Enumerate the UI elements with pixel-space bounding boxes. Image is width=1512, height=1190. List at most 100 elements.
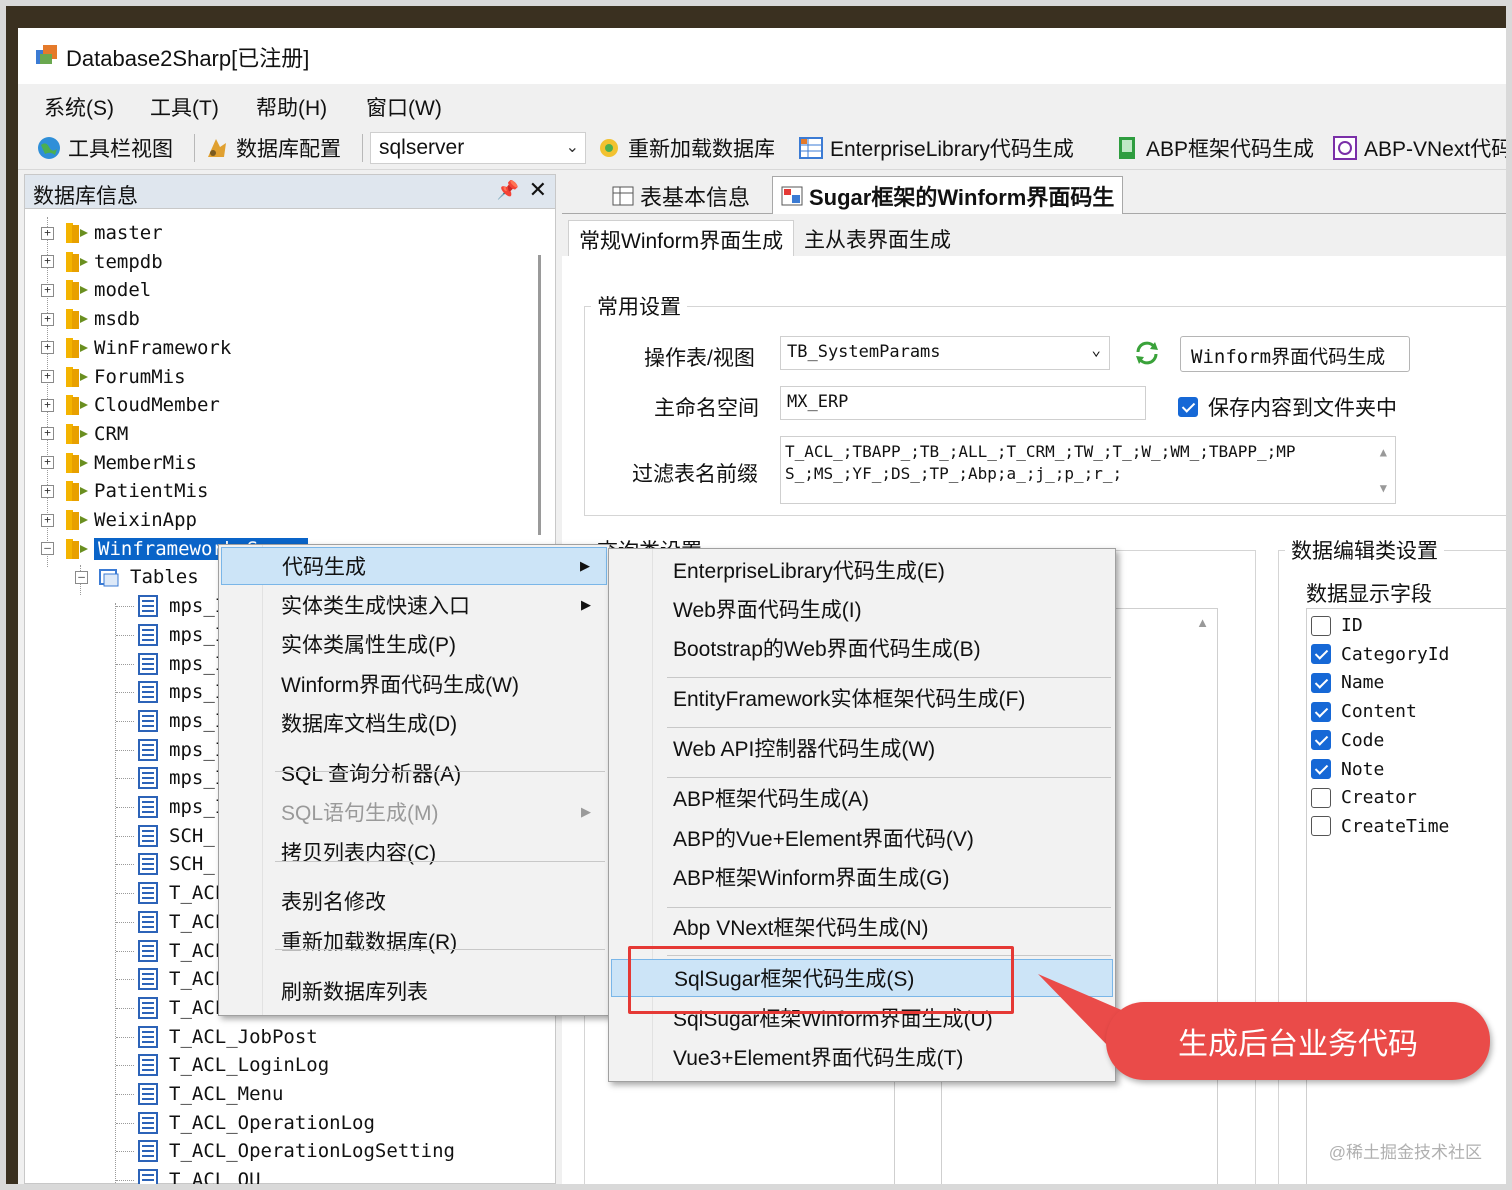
field-checkbox[interactable]: Code	[1311, 730, 1384, 751]
toolbar-view-button[interactable]: 工具栏视图	[36, 131, 173, 165]
submenu-item[interactable]: Bootstrap的Web界面代码生成(B)	[611, 629, 1113, 667]
tree-db-node[interactable]: + WeixinApp	[41, 506, 197, 534]
expand-icon[interactable]: +	[41, 341, 54, 355]
tree-db-node[interactable]: + ForumMis	[41, 363, 186, 391]
tree-db-node[interactable]: + WinFramework	[41, 334, 231, 362]
field-checkbox[interactable]: CategoryId	[1311, 644, 1449, 665]
expand-icon[interactable]: +	[41, 484, 54, 498]
context-menu-item[interactable]: 重新加载数据库(R)	[221, 922, 607, 960]
expand-icon[interactable]: +	[41, 283, 54, 297]
submenu-item[interactable]: ABP框架Winform界面生成(G)	[611, 858, 1113, 896]
tab-master-detail[interactable]: 主从表界面生成	[794, 220, 961, 258]
tree-table-node[interactable]: T_ACL	[137, 908, 226, 936]
abp-vnext-button[interactable]: ABP-VNext代码	[1332, 131, 1506, 165]
tree-table-node[interactable]: mps_I	[137, 793, 226, 821]
field-checkbox[interactable]: Name	[1311, 672, 1384, 693]
context-menu-item[interactable]: 代码生成 ▶	[221, 547, 607, 585]
tree-table-node[interactable]: T_ACL	[137, 994, 226, 1022]
expand-icon[interactable]: +	[41, 398, 54, 412]
tree-table-node[interactable]: SCH_	[137, 850, 215, 878]
tree-table-node[interactable]: mps_I	[137, 736, 226, 764]
tree-table-node[interactable]: T_ACL_OperationLog	[137, 1109, 375, 1137]
expand-icon[interactable]: +	[41, 255, 54, 269]
namespace-input[interactable]: MX_ERP	[780, 386, 1146, 420]
submenu-item[interactable]: Web界面代码生成(I)	[611, 590, 1113, 628]
winform-generate-button[interactable]: Winform界面代码生成	[1180, 336, 1410, 372]
tree-db-node[interactable]: + PatientMis	[41, 477, 208, 505]
tree-db-node[interactable]: + CloudMember	[41, 391, 220, 419]
tree-db-node[interactable]: + tempdb	[41, 248, 163, 276]
tree-table-node[interactable]: T_ACL_JobPost	[137, 1023, 318, 1051]
tree-db-node[interactable]: + msdb	[41, 305, 140, 333]
tree-tables-node[interactable]: – Tables	[75, 563, 199, 591]
context-menu-item[interactable]: 表别名修改	[221, 882, 607, 920]
tree-db-node[interactable]: + model	[41, 276, 151, 304]
context-menu-item[interactable]: 实体类生成快速入口 ▶	[221, 586, 607, 624]
expand-icon[interactable]: +	[41, 226, 54, 240]
context-menu-item[interactable]: Winform界面代码生成(W)	[221, 665, 607, 703]
collapse-icon[interactable]: –	[75, 570, 88, 584]
field-checkbox[interactable]: Note	[1311, 759, 1384, 780]
db-config-button[interactable]: 数据库配置	[204, 131, 341, 165]
tree-table-node[interactable]: T_ACL_OperationLogSetting	[137, 1137, 455, 1165]
field-checkbox[interactable]: Creator	[1311, 787, 1417, 808]
field-checkbox[interactable]: CreateTime	[1311, 816, 1449, 837]
tree-table-node[interactable]: mps_I	[137, 678, 226, 706]
save-to-folder-checkbox[interactable]: 保存内容到文件夹中	[1178, 392, 1397, 422]
tree-table-node[interactable]: SCH_	[137, 822, 215, 850]
field-checkbox[interactable]: ID	[1311, 615, 1363, 636]
expand-icon[interactable]: +	[41, 427, 54, 441]
pin-icon[interactable]: 📌	[497, 180, 519, 201]
reload-db-button[interactable]: 重新加载数据库	[596, 131, 775, 165]
tab-sugar-winform[interactable]: Sugar框架的Winform界面码生	[772, 176, 1124, 214]
submenu-item[interactable]: EnterpriseLibrary代码生成(E)	[611, 551, 1113, 589]
expand-icon[interactable]: +	[41, 370, 54, 383]
db-type-select[interactable]: sqlserver ⌄	[370, 132, 586, 164]
context-menu-item[interactable]: 刷新数据库列表	[221, 972, 607, 1010]
scroll-up-icon[interactable]: ▲	[1380, 441, 1387, 463]
context-menu-item[interactable]: SQL语句生成(M) ▶	[221, 793, 607, 831]
expand-icon[interactable]: +	[41, 513, 54, 527]
tab-normal-winform[interactable]: 常规Winform界面生成	[568, 220, 795, 259]
close-icon[interactable]: ✕	[529, 177, 547, 203]
submenu-item[interactable]: EntityFramework实体框架代码生成(F)	[611, 679, 1113, 717]
tree-scrollbar[interactable]	[538, 255, 541, 535]
menu-window[interactable]: 窗口(W)	[366, 92, 442, 122]
tab-table-info[interactable]: 表基本信息	[604, 178, 758, 214]
submenu-item[interactable]: ABP的Vue+Element界面代码(V)	[611, 819, 1113, 857]
submenu-item[interactable]: ABP框架代码生成(A)	[611, 779, 1113, 817]
filter-prefix-textarea[interactable]: T_ACL_;TBAPP_;TB_;ALL_;T_CRM_;TW_;T_;W_;…	[780, 436, 1396, 504]
expand-icon[interactable]: +	[41, 456, 54, 470]
scroll-up-icon[interactable]: ▲	[1196, 615, 1209, 630]
abp-gen-button[interactable]: ABP框架代码生成	[1114, 131, 1314, 165]
table-select[interactable]: TB_SystemParams ⌄	[780, 336, 1110, 370]
entlib-gen-button[interactable]: EnterpriseLibrary代码生成	[798, 131, 1074, 165]
context-menu-item[interactable]: 拷贝列表内容(C)	[221, 833, 607, 871]
tree-table-node[interactable]: mps_I	[137, 621, 226, 649]
menu-system[interactable]: 系统(S)	[44, 92, 114, 122]
field-checkbox[interactable]: Content	[1311, 701, 1417, 722]
tree-table-node[interactable]: T_ACL	[137, 879, 226, 907]
tree-table-node[interactable]: mps_I	[137, 764, 226, 792]
scroll-down-icon[interactable]: ▼	[1380, 477, 1387, 499]
tree-table-node[interactable]: T_ACL	[137, 937, 226, 965]
tree-db-node[interactable]: + MemberMis	[41, 449, 197, 477]
refresh-icon[interactable]	[1132, 338, 1162, 368]
tree-db-node[interactable]: + master	[41, 219, 163, 247]
context-menu-item[interactable]: 数据库文档生成(D)	[221, 704, 607, 742]
tree-table-node[interactable]: mps_I	[137, 650, 226, 678]
tree-table-node[interactable]: T_ACL_OU	[137, 1166, 261, 1184]
submenu-item[interactable]: Web API控制器代码生成(W)	[611, 729, 1113, 767]
expand-icon[interactable]: +	[41, 312, 54, 326]
tree-db-node[interactable]: + CRM	[41, 420, 128, 448]
tree-table-node[interactable]: T_ACL_LoginLog	[137, 1051, 329, 1079]
context-menu-item[interactable]: SQL 查询分析器(A)	[221, 754, 607, 792]
collapse-icon[interactable]: –	[41, 542, 54, 556]
menu-tools[interactable]: 工具(T)	[150, 92, 219, 122]
submenu-item[interactable]: Abp VNext框架代码生成(N)	[611, 908, 1113, 946]
tree-table-node[interactable]: mps_I	[137, 707, 226, 735]
tree-table-node[interactable]: mps_I	[137, 592, 226, 620]
tree-table-node[interactable]: T_ACL_Menu	[137, 1080, 283, 1108]
menu-help[interactable]: 帮助(H)	[256, 92, 327, 122]
context-menu-item[interactable]: 实体类属性生成(P)	[221, 625, 607, 663]
